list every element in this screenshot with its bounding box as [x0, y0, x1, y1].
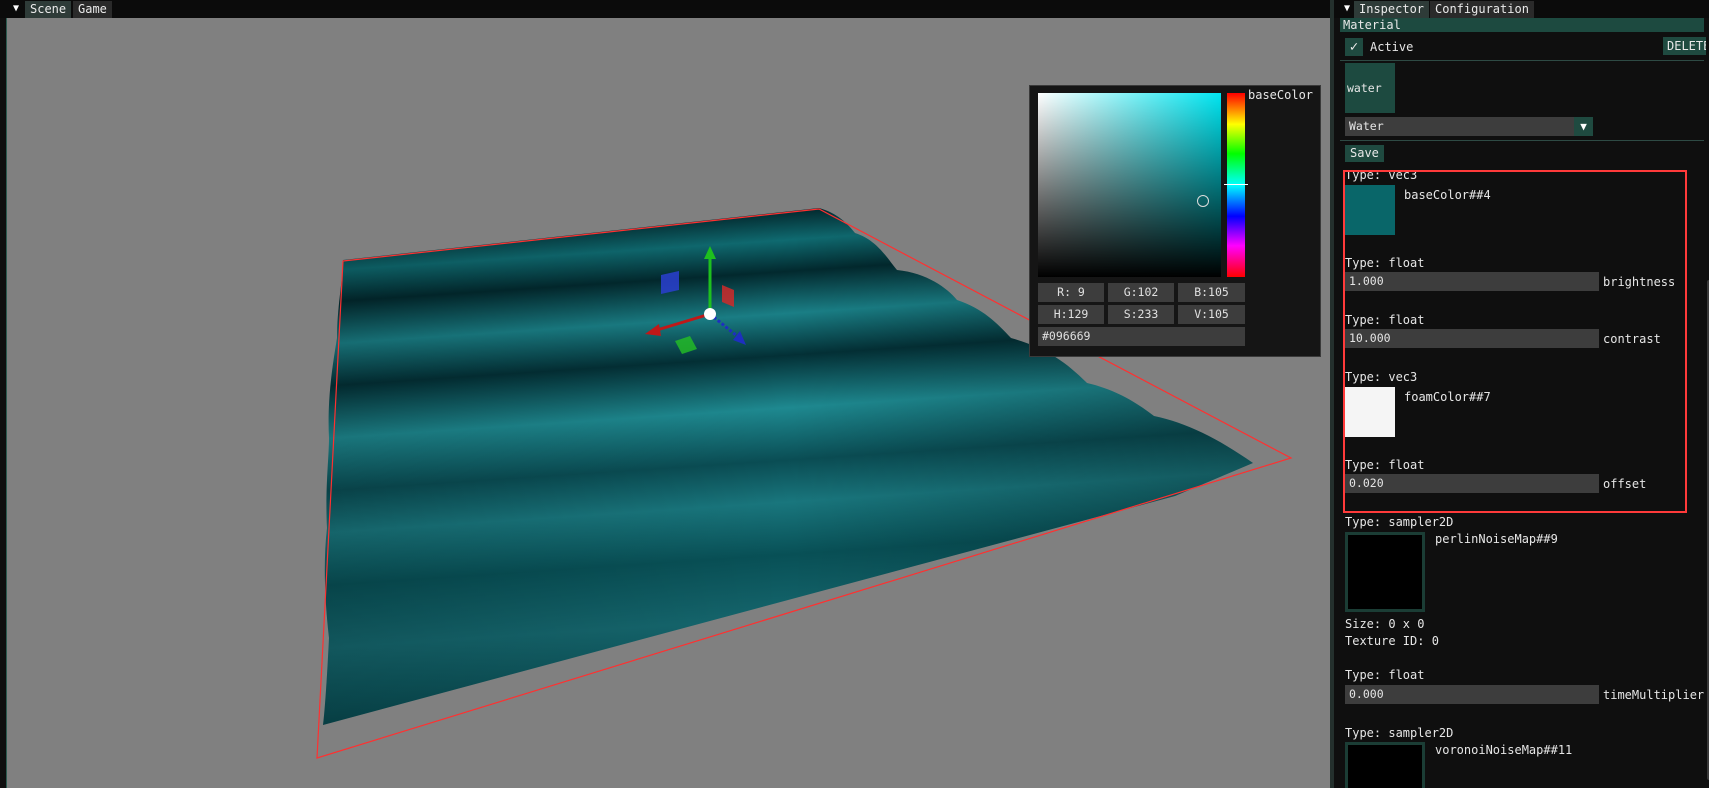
time-multiplier-field[interactable]: 0.000	[1345, 685, 1599, 704]
texture-id: Texture ID: 0	[1345, 634, 1439, 648]
shader-dropdown-value: Water	[1349, 119, 1384, 133]
value-field[interactable]: V:105	[1178, 305, 1245, 324]
checkmark-icon[interactable]: ✓	[1345, 38, 1363, 56]
inspector-tabbar: ▼ Inspector Configuration	[1334, 0, 1709, 18]
active-label: Active	[1370, 40, 1414, 54]
uniform-name: timeMultiplier	[1603, 688, 1705, 702]
texture-size: Size: 0 x 0	[1345, 617, 1425, 631]
green-field[interactable]: G:102	[1108, 283, 1174, 302]
hue-marker-icon[interactable]	[1224, 184, 1248, 185]
delete-button[interactable]: DELETE	[1663, 37, 1707, 55]
tab-game[interactable]: Game	[73, 1, 112, 18]
color-cursor-icon[interactable]	[1197, 195, 1209, 207]
divider	[1340, 140, 1704, 141]
save-button[interactable]: Save	[1345, 145, 1384, 162]
material-thumb-label: water	[1347, 81, 1382, 95]
red-field[interactable]: R: 9	[1038, 283, 1104, 302]
tab-scene[interactable]: Scene	[25, 1, 72, 18]
blue-field[interactable]: B:105	[1178, 283, 1245, 302]
dropdown-arrow-icon[interactable]: ▼	[1574, 117, 1593, 136]
hex-field[interactable]: #096669	[1038, 327, 1245, 346]
uniform-name: perlinNoiseMap##9	[1435, 532, 1558, 546]
selection-highlight	[1343, 170, 1687, 513]
saturation-field[interactable]: S:233	[1108, 305, 1174, 324]
picker-label: baseColor	[1248, 88, 1314, 102]
collapse-arrow-icon[interactable]: ▼	[9, 2, 23, 16]
hue-field[interactable]: H:129	[1038, 305, 1104, 324]
material-header[interactable]: Material	[1340, 18, 1704, 32]
shader-dropdown[interactable]: Water ▼	[1345, 117, 1593, 136]
inspector-panel: ▼ Inspector Configuration Material ✓ Act…	[1330, 0, 1709, 788]
uniform-name: voronoiNoiseMap##11	[1435, 743, 1573, 757]
hue-slider[interactable]	[1227, 93, 1245, 277]
saturation-value-square[interactable]	[1038, 93, 1221, 277]
uniform-type: Type: float	[1345, 668, 1425, 682]
perlin-texture-preview[interactable]	[1345, 532, 1425, 612]
scene-viewport[interactable]: baseColor R: 9 G:102 B:105 H:129 S:233 V…	[6, 18, 1331, 788]
divider	[1340, 60, 1704, 61]
uniform-type: Type: sampler2D	[1345, 726, 1454, 740]
tab-inspector[interactable]: Inspector	[1354, 1, 1430, 18]
uniform-type: Type: sampler2D	[1345, 515, 1454, 529]
tab-configuration[interactable]: Configuration	[1430, 1, 1534, 18]
scene-tabbar: ▼ Scene Game	[0, 0, 1330, 18]
collapse-arrow-icon[interactable]: ▼	[1340, 2, 1354, 16]
material-thumbnail[interactable]: water	[1345, 63, 1395, 113]
voronoi-texture-preview[interactable]	[1345, 742, 1425, 788]
color-picker-popup[interactable]: baseColor R: 9 G:102 B:105 H:129 S:233 V…	[1029, 85, 1321, 357]
